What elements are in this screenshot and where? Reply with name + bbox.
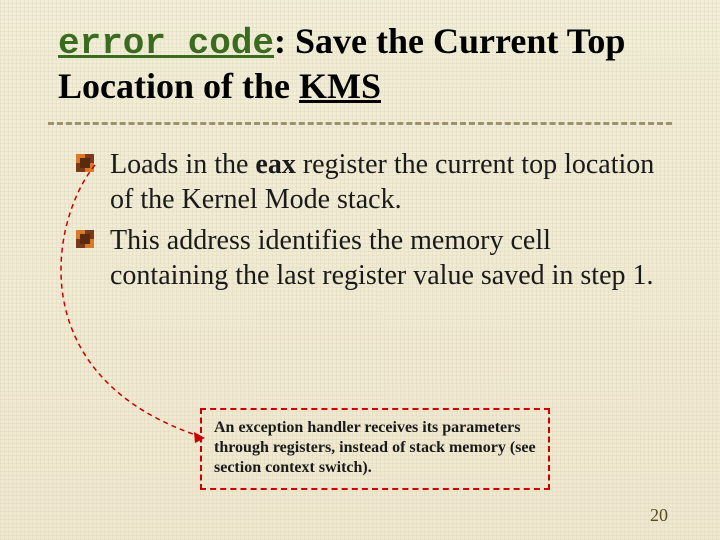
title-kms: KMS	[299, 66, 381, 106]
page-number: 20	[650, 505, 668, 526]
bullet-text-bold: eax	[255, 149, 295, 180]
callout-text: An exception handler receives its parame…	[214, 419, 536, 476]
title-divider	[48, 122, 672, 125]
callout-box: An exception handler receives its parame…	[200, 408, 550, 490]
bullet-list: Loads in the eax register the current to…	[106, 147, 662, 293]
square-pattern-bullet-icon	[76, 230, 94, 248]
slide-title: error_code: Save the Current Top Locatio…	[58, 20, 662, 108]
bullet-item: Loads in the eax register the current to…	[106, 147, 662, 217]
slide: error_code: Save the Current Top Locatio…	[0, 0, 720, 540]
square-pattern-bullet-icon	[76, 154, 94, 172]
bullet-text-pre: Loads in the	[110, 149, 255, 180]
bullet-item: This address identifies the memory cell …	[106, 223, 662, 293]
bullet-text: This address identifies the memory cell …	[110, 225, 654, 291]
title-code: error_code	[58, 23, 274, 64]
